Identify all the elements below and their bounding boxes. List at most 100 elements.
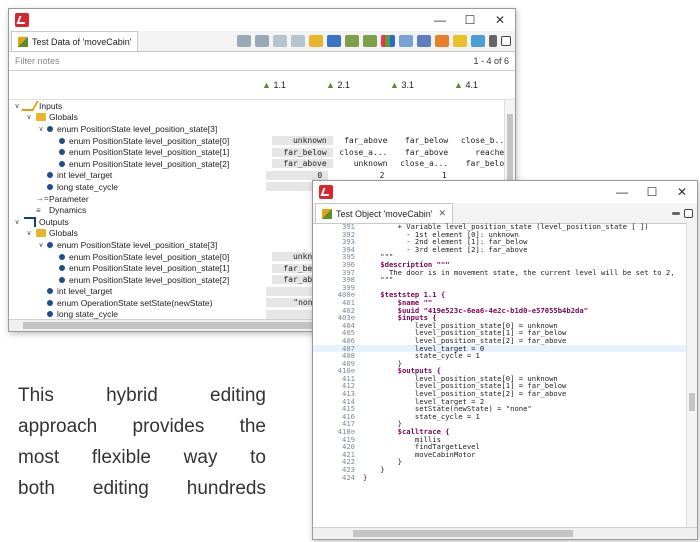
table-cell[interactable]: far_above	[271, 159, 333, 169]
scrollbar-thumb[interactable]	[353, 530, 573, 537]
horizontal-scrollbar[interactable]	[313, 527, 697, 539]
close-icon[interactable]: ✕	[667, 185, 697, 199]
filter-red-icon[interactable]	[435, 35, 449, 47]
expand-toggle-icon[interactable]: ∨	[37, 241, 45, 249]
table-row[interactable]: enum PositionState level_position_state[…	[9, 158, 515, 170]
code-editor[interactable]: 391 + Variable level_position_state (lev…	[313, 223, 687, 528]
teststep-icon: ▲	[262, 80, 271, 90]
vertical-scrollbar[interactable]	[686, 223, 697, 528]
variable-icon	[59, 253, 65, 260]
table-cell[interactable]: 0	[265, 170, 329, 180]
color-grid-icon[interactable]	[381, 35, 395, 47]
table-row[interactable]: ∨ enum PositionState level_position_state…	[9, 123, 515, 135]
filter-yellow-icon[interactable]	[453, 35, 467, 47]
expand-toggle-icon[interactable]: ∨	[13, 102, 21, 110]
table-cell[interactable]: far_above	[333, 136, 394, 145]
close-tab-icon[interactable]: ✕	[438, 208, 446, 219]
table-cell[interactable]: 2	[328, 171, 390, 180]
code-line[interactable]: 423 }	[313, 466, 687, 474]
table-row[interactable]: ∨ Globals	[9, 112, 515, 124]
expand-toggle-icon[interactable]: ∨	[25, 113, 33, 121]
maximize-view-icon[interactable]	[684, 208, 693, 218]
tab-test-data[interactable]: Test Data of 'moveCabin'	[11, 31, 139, 51]
line-number: 423	[342, 465, 355, 474]
sync-icon[interactable]	[471, 35, 485, 47]
table-cell[interactable]: unknown	[271, 136, 333, 146]
row-label-text: enum PositionState level_position_state[…	[69, 251, 230, 262]
scrollbar-thumb[interactable]	[689, 393, 695, 411]
paragraph-line: approach provides the	[18, 416, 266, 437]
code-line[interactable]: 398 """	[313, 276, 687, 284]
close-icon[interactable]: ✕	[485, 13, 515, 27]
move-up-icon[interactable]	[309, 35, 323, 47]
add-column-icon[interactable]	[255, 35, 269, 47]
titlebar: — ☐ ✕	[313, 181, 697, 203]
expand-toggle-icon[interactable]: ∨	[37, 125, 45, 133]
minimize-icon[interactable]: —	[425, 13, 455, 27]
add-row-icon[interactable]	[237, 35, 251, 47]
line-number: 395	[342, 252, 355, 262]
expand-icon[interactable]	[345, 35, 359, 47]
insert-icon[interactable]	[273, 35, 287, 47]
table-row[interactable]: enum PositionState level_position_state[…	[9, 146, 515, 158]
teststep-icon: ▲	[454, 80, 463, 90]
scrollbar-thumb[interactable]	[23, 322, 323, 329]
line-number: 424	[342, 472, 355, 482]
maximize-icon[interactable]: ☐	[637, 185, 667, 199]
minimize-icon[interactable]: —	[607, 185, 637, 199]
table-row[interactable]: ∨ Inputs	[9, 100, 515, 112]
grid-icon[interactable]	[417, 35, 431, 47]
line-number: 393	[342, 237, 355, 247]
expand-toggle-icon[interactable]: ∨	[13, 218, 21, 226]
move-down-icon[interactable]	[327, 35, 341, 47]
dynamics-icon: ≡	[36, 205, 41, 215]
row-label: ∨ Inputs	[9, 100, 249, 111]
table-cell[interactable]: close_a...	[333, 148, 394, 157]
tab-test-object[interactable]: Test Object 'moveCabin' ✕	[315, 203, 454, 223]
row-label-text: enum PositionState level_position_state[…	[69, 274, 230, 285]
column-header[interactable]: ▲ 2.1	[309, 80, 373, 90]
column-header[interactable]: ▲ 3.1	[373, 80, 437, 90]
maximize-icon[interactable]: ☐	[455, 13, 485, 27]
teststep-icon: ▲	[326, 80, 335, 90]
line-number: 407	[342, 343, 355, 353]
variable-icon	[47, 311, 53, 318]
collapse-icon[interactable]	[363, 35, 377, 47]
row-label: enum PositionState level_position_state[…	[9, 275, 272, 285]
column-header[interactable]: ▲ 4.1	[437, 80, 501, 90]
table-cell[interactable]: far_below	[271, 147, 333, 157]
table-cell[interactable]: unknown	[333, 159, 394, 168]
code-text: """	[363, 275, 394, 285]
duplicate-icon[interactable]	[291, 35, 305, 47]
table-cell[interactable]: far_above	[393, 148, 454, 157]
table-cell[interactable]: 1	[390, 171, 452, 180]
row-label-text: long state_cycle	[57, 309, 118, 320]
column-header[interactable]: ▲ 1.1	[245, 80, 309, 90]
line-number: 392	[342, 229, 355, 239]
table-cell[interactable]: far_below	[393, 136, 454, 145]
line-number: 421	[342, 449, 355, 459]
table-row[interactable]: enum PositionState level_position_state[…	[9, 135, 515, 147]
row-label: ∨ Globals	[9, 112, 260, 122]
variable-icon	[59, 265, 65, 272]
table-cell[interactable]: close_a...	[393, 159, 454, 168]
line-number: 401	[342, 297, 355, 307]
column-header-row: ▲ 1.1 ▲ 2.1 ▲ 3.1 ▲ 4.1	[9, 71, 515, 100]
expand-toggle-icon[interactable]: ∨	[25, 229, 33, 237]
variable-icon	[59, 276, 65, 283]
row-label-text: enum PositionState level_position_state[…	[69, 158, 230, 169]
tab-label: Test Data of 'moveCabin'	[32, 36, 132, 47]
filter-notes-input[interactable]: Filter notes	[15, 56, 60, 66]
view-menu-icon[interactable]	[672, 211, 680, 215]
code-line[interactable]: 424}	[313, 472, 687, 482]
page-count: 1 - 4 of 6	[473, 56, 509, 66]
table-icon[interactable]	[399, 35, 413, 47]
line-number: 422	[342, 457, 355, 467]
maximize-view-icon[interactable]	[501, 36, 511, 46]
row-label-text: int level_target	[57, 170, 113, 181]
view-menu-icon[interactable]	[489, 35, 497, 47]
tab-label: Test Object 'moveCabin'	[336, 208, 433, 219]
outputs-icon	[24, 216, 36, 227]
editor-tabbar: Test Object 'moveCabin' ✕	[313, 203, 697, 224]
app-logo-icon	[15, 13, 29, 27]
